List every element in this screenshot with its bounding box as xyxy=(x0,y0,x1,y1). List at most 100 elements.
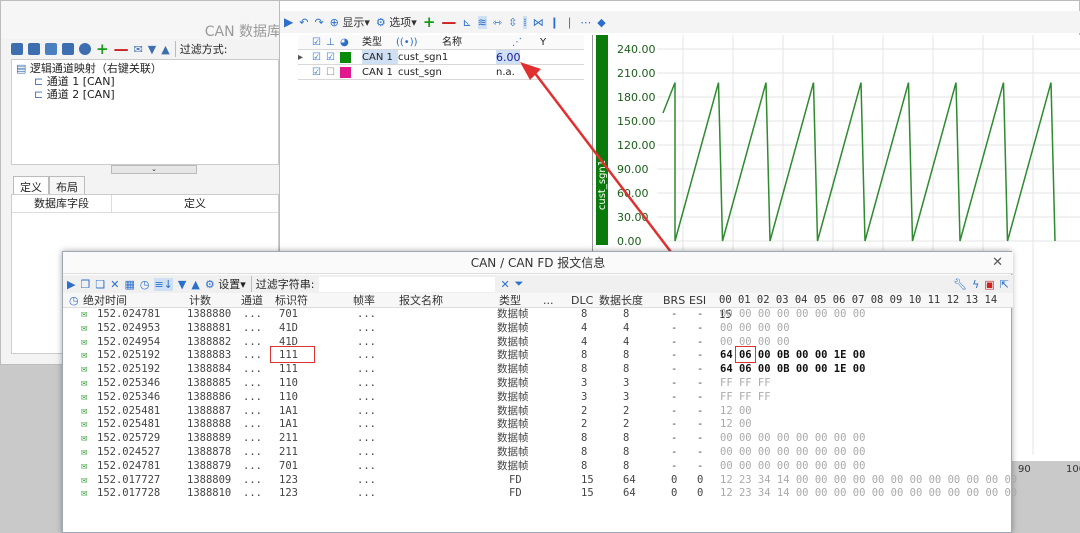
message-esi: - xyxy=(697,321,704,334)
message-channel: ... xyxy=(243,376,262,389)
message-table-header: ◷ 绝对时间 计数 通道 标识符 帧率 报文名称 类型 ... DLC 数据长度… xyxy=(63,293,1013,321)
message-row[interactable]: ✉ 152.025192 1388884... 111... 数据帧 8 8 - - 64 06 … xyxy=(63,363,1013,377)
envelope-icon: ✉ xyxy=(81,432,88,445)
message-esi: - xyxy=(697,432,704,445)
message-identifier: 1A1 xyxy=(279,418,298,431)
wrench-icon[interactable]: 🔧︎ xyxy=(953,278,967,291)
window-close-icon[interactable]: ▣ xyxy=(984,278,994,291)
message-count: 1388884 xyxy=(187,363,232,376)
message-row[interactable]: ✉ 152.025346 1388886... 110... 数据帧 3 3 - - FF FF … xyxy=(63,391,1013,405)
funnel-icon[interactable]: ⏷ xyxy=(515,277,524,291)
envelope-icon: ✉ xyxy=(81,473,88,486)
column-esi[interactable]: ESI xyxy=(689,293,706,308)
message-row[interactable]: ✉ 152.017728 1388810... 123... FD 15 64 0 0 12 23… xyxy=(63,487,1017,501)
clear-icon[interactable]: ✕ xyxy=(110,278,119,291)
lightning-icon[interactable]: ϟ xyxy=(972,278,979,291)
export-icon[interactable]: ⇱ xyxy=(1000,278,1009,291)
column-count[interactable]: 计数 xyxy=(189,293,211,308)
message-esi: - xyxy=(697,390,704,403)
message-data-bytes: FF FF FF xyxy=(720,390,771,403)
clock-icon[interactable]: ◷ xyxy=(140,278,150,291)
message-time: 152.025481 xyxy=(97,418,161,431)
filter-label: 过滤字符串: xyxy=(250,276,314,292)
message-row[interactable]: ✉ 152.025729 1388889... 211... 数据帧 8 8 - - 00 00 … xyxy=(63,432,1013,446)
message-row[interactable]: ✉ 152.025192 1388883... 111... 数据帧 8 8- -64 06 … xyxy=(63,349,1013,363)
message-identifier: 123 xyxy=(279,473,298,486)
envelope-icon: ✉ xyxy=(81,390,88,403)
message-data-bytes: 00 00 00 00 00 00 00 00 xyxy=(720,445,866,458)
message-time: 152.025346 xyxy=(97,376,161,389)
message-dlc: 4 xyxy=(581,335,588,348)
message-row[interactable]: ✉ 152.024954 1388882... 41D... 数据帧 4 4- -00 00 … xyxy=(63,336,1013,350)
column-dlc[interactable]: DLC xyxy=(571,293,593,308)
message-data-bytes: 64 06 00 0B 00 00 1E 00 xyxy=(720,363,866,376)
highlight-identifier-box xyxy=(270,346,315,363)
play-icon[interactable]: ▶ xyxy=(67,278,75,291)
message-type: 数据帧 xyxy=(497,432,529,445)
message-brs: - xyxy=(671,418,678,431)
column-channel[interactable]: 通道 xyxy=(241,293,263,308)
column-message-name[interactable]: 报文名称 xyxy=(399,293,443,308)
message-type: 数据帧 xyxy=(497,459,529,472)
message-brs: - xyxy=(671,404,678,417)
settings-menu[interactable]: ⚙ 设置▾ xyxy=(205,276,246,292)
message-brs: - xyxy=(671,335,678,348)
column-ellipsis[interactable]: ... xyxy=(543,293,554,308)
calendar-icon[interactable]: ▦ xyxy=(124,278,134,291)
message-row[interactable]: ✉ 152.024953 1388881... 41D... 数据帧 4 4 - - 00 00 … xyxy=(63,322,1013,336)
highlight-byte-box xyxy=(735,346,756,363)
column-data-length[interactable]: 数据长度 xyxy=(599,293,643,308)
message-type: 数据帧 xyxy=(497,390,529,403)
message-row[interactable]: ✉ 152.017727 1388809... 123... FD 15 64 0 0 12 23… xyxy=(63,473,1017,488)
message-frame-rate: ... xyxy=(357,487,376,500)
message-frame-rate: ... xyxy=(357,473,376,486)
message-identifier: 110 xyxy=(279,390,298,403)
message-esi: 0 xyxy=(697,487,704,500)
envelope-icon: ✉ xyxy=(81,418,88,431)
column-identifier[interactable]: 标识符 xyxy=(275,293,308,308)
message-esi: - xyxy=(697,376,704,389)
message-dlc: 4 xyxy=(581,321,588,334)
envelope-icon: ✉ xyxy=(81,376,88,389)
column-type[interactable]: 类型 xyxy=(499,293,521,308)
message-window-title: CAN / CAN FD 报文信息 xyxy=(63,252,1013,274)
message-data-length: 3 xyxy=(623,390,630,403)
message-row[interactable]: ✉ 152.024781 1388880... 701... 数据帧 8 8 - - 00 00 … xyxy=(63,308,1013,322)
message-time: 152.024954 xyxy=(97,335,161,348)
envelope-icon: ✉ xyxy=(81,459,88,472)
message-type: 数据帧 xyxy=(497,308,529,320)
message-esi: - xyxy=(697,363,704,376)
message-channel: ... xyxy=(243,445,262,458)
message-row[interactable]: ✉ 152.025481 1388887... 1A1... 数据帧 2 2 - - 12 00 xyxy=(63,405,1013,419)
column-frame-rate[interactable]: 帧率 xyxy=(353,293,375,308)
message-data-length: 64 xyxy=(623,473,636,486)
message-time: 152.017727 xyxy=(97,473,161,486)
column-abs-time[interactable]: 绝对时间 xyxy=(83,293,127,308)
message-brs: - xyxy=(671,459,678,472)
sort-icon[interactable]: ≡↓ xyxy=(154,277,173,291)
arrow-up-icon[interactable]: ▲ xyxy=(191,278,199,291)
message-time: 152.025346 xyxy=(97,390,161,403)
filter-input[interactable] xyxy=(319,276,496,292)
arrow-down-icon[interactable]: ▼ xyxy=(178,278,186,291)
clear-filter-icon[interactable]: ✕ xyxy=(500,278,509,291)
copy-icon[interactable]: ❐ xyxy=(80,278,90,291)
message-data-length: 2 xyxy=(623,418,630,431)
message-frame-rate: ... xyxy=(357,445,376,458)
column-brs[interactable]: BRS xyxy=(663,293,685,308)
message-row[interactable]: ✉ 152.025346 1388885... 110... 数据帧 3 3 - - FF FF … xyxy=(63,377,1013,391)
message-identifier: 701 xyxy=(279,459,298,472)
envelope-icon: ✉ xyxy=(81,487,88,500)
can-message-window: CAN / CAN FD 报文信息 ✕ ▶ ❐ ❏ ✕ ▦ ◷ ≡↓ ▼ ▲ ⚙… xyxy=(62,251,1017,533)
paste-icon[interactable]: ❏ xyxy=(95,278,105,291)
message-row[interactable]: ✉ 152.024781 1388879... 701... 数据帧 8 8 - - 00 00 … xyxy=(63,460,1013,474)
message-esi: - xyxy=(697,404,704,417)
message-brs: - xyxy=(671,321,678,334)
close-icon[interactable]: ✕ xyxy=(992,255,1003,270)
message-time: 152.025481 xyxy=(97,404,161,417)
message-esi: - xyxy=(697,459,704,472)
message-row[interactable]: ✉ 152.025481 1388888... 1A1... 数据帧 2 2 - - 12 00 xyxy=(63,418,1013,432)
message-row[interactable]: ✉ 152.024527 1388878... 211... 数据帧 8 8 - - 00 00 … xyxy=(63,446,1013,460)
message-identifier: 701 xyxy=(279,308,298,320)
message-esi: - xyxy=(697,445,704,458)
